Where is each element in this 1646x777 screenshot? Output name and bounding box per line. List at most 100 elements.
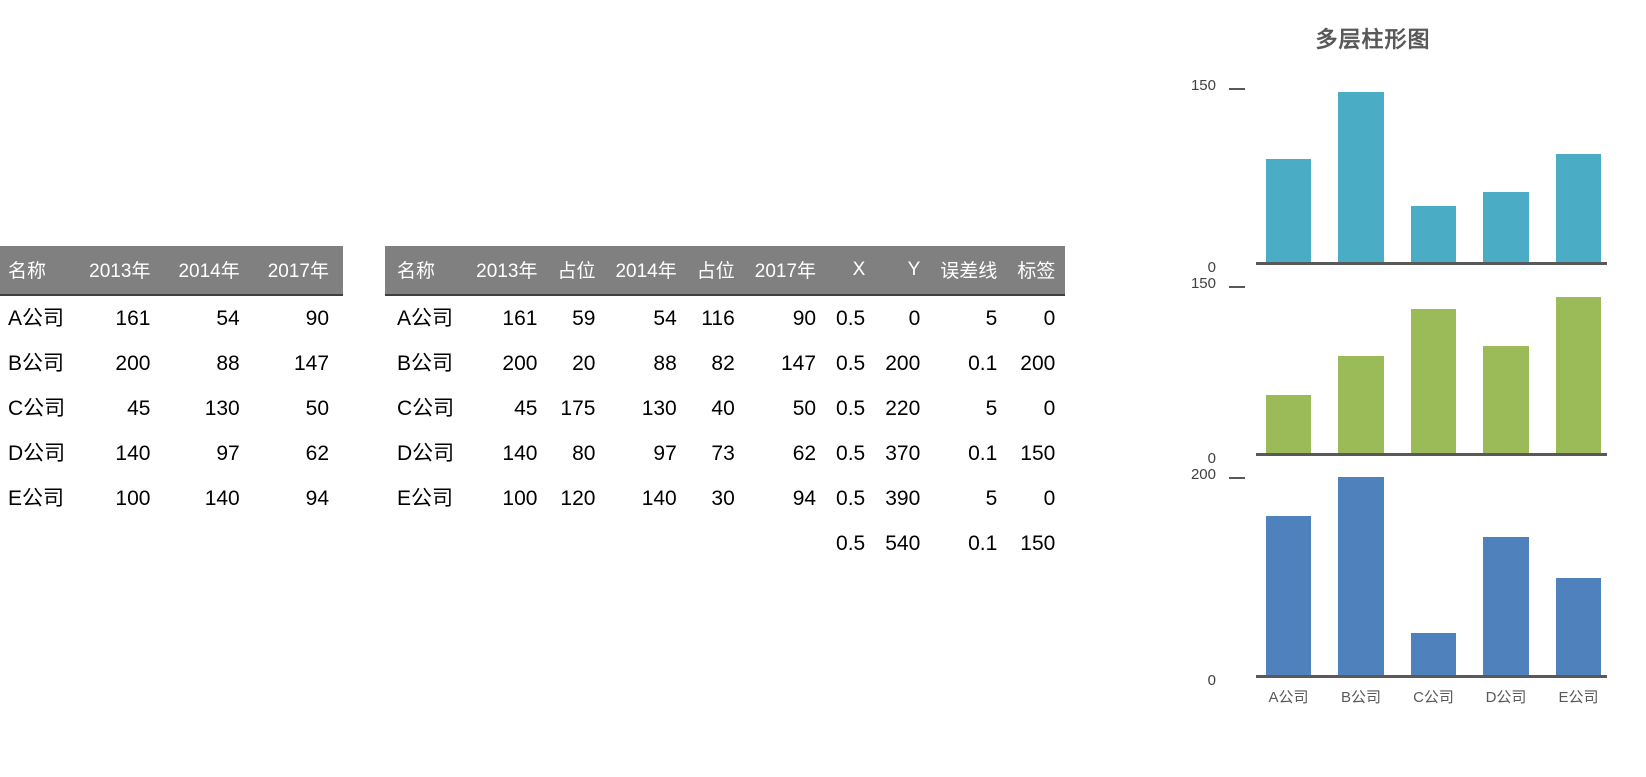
cell-2017: 90 xyxy=(305,307,330,330)
bar[interactable] xyxy=(1338,477,1384,678)
bar[interactable] xyxy=(1410,206,1457,265)
bar[interactable] xyxy=(1338,91,1384,265)
cell-name xyxy=(385,521,466,566)
cell-2013 xyxy=(466,521,547,566)
table-one-th-2014[interactable]: 2014年 xyxy=(164,246,254,295)
cell-2014: 130 xyxy=(204,397,240,420)
cell-name: B公司 xyxy=(397,352,454,375)
cell-2013: 161 xyxy=(115,307,151,330)
table-two-th-2017[interactable]: 2017年 xyxy=(744,246,827,295)
y-axis-min-label-mid: 0 xyxy=(1207,450,1216,467)
bar[interactable] xyxy=(1483,537,1529,678)
bar[interactable] xyxy=(1555,577,1602,678)
cell-spacer-1: 175 xyxy=(560,397,596,420)
cell-errorbar: 5 xyxy=(985,307,998,330)
cell-name: D公司 xyxy=(8,442,66,465)
cell-2013: 45 xyxy=(514,397,538,420)
cell-2014: 97 xyxy=(653,442,677,465)
table-two-th-2013[interactable]: 2013年 xyxy=(466,246,548,295)
x-axis-line-bottom xyxy=(1256,675,1607,678)
bar[interactable] xyxy=(1410,632,1457,678)
table-two-th-y[interactable]: Y xyxy=(875,246,931,295)
cell-y: 540 xyxy=(885,532,921,555)
cell-2014 xyxy=(605,521,686,566)
table-row[interactable]: A公司 161 59 54 116 90 0.5 0 5 0 xyxy=(385,295,1065,341)
cell-spacer-2: 82 xyxy=(711,352,735,375)
table-row[interactable]: C公司 45 130 50 xyxy=(0,386,343,431)
table-one-th-2013[interactable]: 2013年 xyxy=(75,246,165,295)
table-row[interactable]: B公司 200 20 88 82 147 0.5 200 0.1 200 xyxy=(385,341,1065,386)
y-axis-min-label-top: 0 xyxy=(1207,259,1216,276)
table-two-th-x[interactable]: X xyxy=(826,246,876,295)
table-row[interactable]: E公司 100 140 94 xyxy=(0,476,343,521)
table-one-th-2017[interactable]: 2017年 xyxy=(253,246,344,295)
table-row[interactable]: A公司 161 54 90 xyxy=(0,295,343,341)
cell-2013: 45 xyxy=(127,397,151,420)
cell-2014: 88 xyxy=(216,352,240,375)
table-one-head: 名称 2013年 2014年 2017年 xyxy=(0,246,344,295)
cell-spacer-1: 120 xyxy=(560,487,596,510)
cell-2014: 130 xyxy=(641,397,677,420)
table-one-header-row: 名称 2013年 2014年 2017年 xyxy=(0,246,344,295)
table-two-th-2014[interactable]: 2014年 xyxy=(605,246,687,295)
cell-spacer-1 xyxy=(547,521,605,566)
cell-spacer-2: 40 xyxy=(711,397,735,420)
table-row[interactable]: D公司 140 97 62 xyxy=(0,431,343,476)
cell-x: 0.5 xyxy=(836,532,866,555)
bar[interactable] xyxy=(1338,356,1384,456)
table-two-th-name[interactable]: 名称 xyxy=(385,246,467,295)
cell-2017: 90 xyxy=(792,307,817,330)
y-axis-max-label-bottom: 200 xyxy=(1190,466,1216,483)
x-axis-line-mid xyxy=(1256,453,1607,456)
table-two-th-spacer-1[interactable]: 占位 xyxy=(547,246,606,295)
table-row[interactable]: E公司 100 120 140 30 94 0.5 390 5 0 xyxy=(385,476,1065,521)
bar[interactable] xyxy=(1555,297,1602,456)
bar[interactable] xyxy=(1265,158,1312,265)
cell-spacer-1: 59 xyxy=(572,307,596,330)
chart-title: 多层柱形图 xyxy=(1315,27,1431,52)
bar[interactable] xyxy=(1555,154,1602,265)
data-table-primary[interactable]: 名称 2013年 2014年 2017年 A公司 161 54 90 B公司 2… xyxy=(0,246,344,521)
bar[interactable] xyxy=(1265,394,1312,456)
cell-y: 0 xyxy=(908,307,921,330)
bar[interactable] xyxy=(1265,516,1312,678)
table-two-th-errorbar[interactable]: 误差线 xyxy=(930,246,1008,295)
table-row[interactable]: B公司 200 88 147 xyxy=(0,341,343,386)
cell-spacer-2: 116 xyxy=(701,307,735,330)
cell-name: A公司 xyxy=(397,307,454,330)
chart-panel-2013[interactable]: 200 0 xyxy=(1100,466,1646,689)
bar[interactable] xyxy=(1483,346,1529,456)
cell-2014: 140 xyxy=(641,487,677,510)
chart-panel-2017[interactable]: 150 0 xyxy=(1100,77,1646,276)
table-two-th-label[interactable]: 标签 xyxy=(1007,246,1066,295)
bar[interactable] xyxy=(1483,191,1529,265)
table-row[interactable]: C公司 45 175 130 40 50 0.5 220 5 0 xyxy=(385,386,1065,431)
cell-spacer-2: 30 xyxy=(711,487,735,510)
cell-2013: 100 xyxy=(115,487,151,510)
y-axis-tick-bottom xyxy=(1229,477,1245,479)
category-label: E公司 xyxy=(1558,689,1599,706)
cell-2017: 147 xyxy=(781,352,817,375)
table-two-head: 名称 2013年 占位 2014年 占位 2017年 X Y 误差线 标签 xyxy=(385,246,1066,295)
cell-x: 0.5 xyxy=(836,397,866,420)
cell-name: C公司 xyxy=(397,397,455,420)
cell-name: A公司 xyxy=(8,307,65,330)
cell-2013: 161 xyxy=(502,307,538,330)
cell-y: 200 xyxy=(885,352,921,375)
cell-name: D公司 xyxy=(397,442,455,465)
table-two-th-spacer-2[interactable]: 占位 xyxy=(686,246,745,295)
cell-2013: 140 xyxy=(115,442,151,465)
data-table-helper[interactable]: 名称 2013年 占位 2014年 占位 2017年 X Y 误差线 标签 A公… xyxy=(385,246,1066,566)
table-one-th-name[interactable]: 名称 xyxy=(0,246,76,295)
cell-name: E公司 xyxy=(397,487,454,510)
table-row[interactable]: D公司 140 80 97 73 62 0.5 370 0.1 150 xyxy=(385,431,1065,476)
table-row[interactable]: 0.5 540 0.1 150 xyxy=(385,521,1065,566)
bar[interactable] xyxy=(1410,308,1457,456)
cell-2013: 200 xyxy=(502,352,538,375)
cell-errorbar: 0.1 xyxy=(968,352,998,375)
cell-2017: 62 xyxy=(305,442,330,465)
chart-panel-2014[interactable]: 150 0 xyxy=(1100,275,1646,467)
cell-spacer-1: 80 xyxy=(572,442,596,465)
cell-2017 xyxy=(745,521,826,566)
cell-2014: 88 xyxy=(653,352,677,375)
